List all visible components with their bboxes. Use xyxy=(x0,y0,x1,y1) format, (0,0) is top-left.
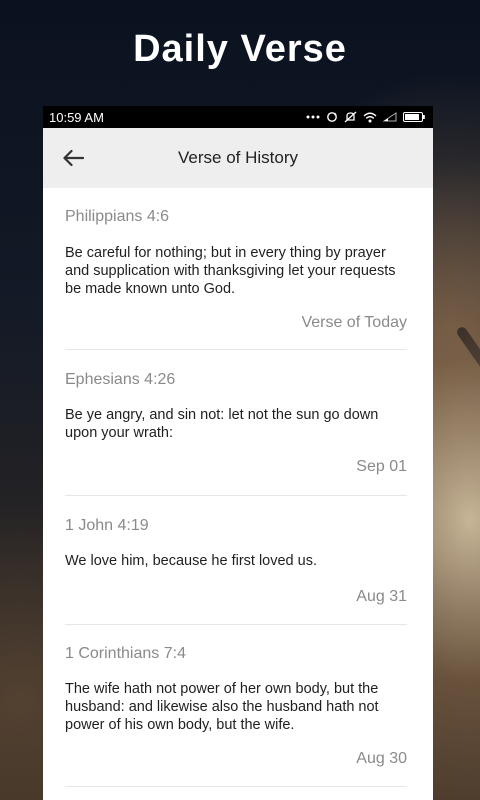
verse-item[interactable]: Ephesians 4:26 Be ye angry, and sin not:… xyxy=(65,350,407,496)
verse-item[interactable]: 1 Corinthians 7:4 The wife hath not powe… xyxy=(65,625,407,787)
verse-text: The wife hath not power of her own body,… xyxy=(65,681,379,733)
verse-date: Aug 30 xyxy=(356,750,407,767)
verse-text: Be careful for nothing; but in every thi… xyxy=(65,245,396,297)
wifi-icon xyxy=(363,112,377,122)
verse-item[interactable]: 1 John 4:19 We love him, because he firs… xyxy=(65,496,407,625)
signal-icon xyxy=(383,112,397,122)
verse-date: Aug 31 xyxy=(356,588,407,605)
verse-date: Sep 01 xyxy=(356,458,407,475)
toolbar: Verse of History xyxy=(43,128,433,188)
promo-title: Daily Verse xyxy=(133,28,347,70)
sync-icon xyxy=(327,112,337,122)
verse-item[interactable]: Philippians 4:6 Be careful for nothing; … xyxy=(65,188,407,350)
verse-text: We love him, because he first loved us. xyxy=(65,553,317,569)
verse-reference: 1 John 4:19 xyxy=(65,517,149,534)
mute-icon xyxy=(344,111,357,123)
battery-icon xyxy=(403,112,425,122)
back-button[interactable] xyxy=(61,146,85,170)
status-icons xyxy=(306,111,425,123)
status-time: 10:59 AM xyxy=(49,109,104,125)
verse-reference: Ephesians 4:26 xyxy=(65,371,176,388)
phone-screen: 10:59 AM Verse of History Philippians 4:… xyxy=(43,106,433,800)
verse-reference: Philippians 4:6 xyxy=(65,208,170,225)
status-bar: 10:59 AM xyxy=(43,106,433,128)
arrow-back-icon xyxy=(63,149,84,167)
more-dots-icon xyxy=(306,115,320,119)
verse-text: Be ye angry, and sin not: let not the su… xyxy=(65,407,379,441)
verse-list: Philippians 4:6 Be careful for nothing; … xyxy=(43,188,433,787)
toolbar-title: Verse of History xyxy=(178,148,298,167)
verse-date: Verse of Today xyxy=(301,314,407,331)
verse-reference: 1 Corinthians 7:4 xyxy=(65,645,186,662)
